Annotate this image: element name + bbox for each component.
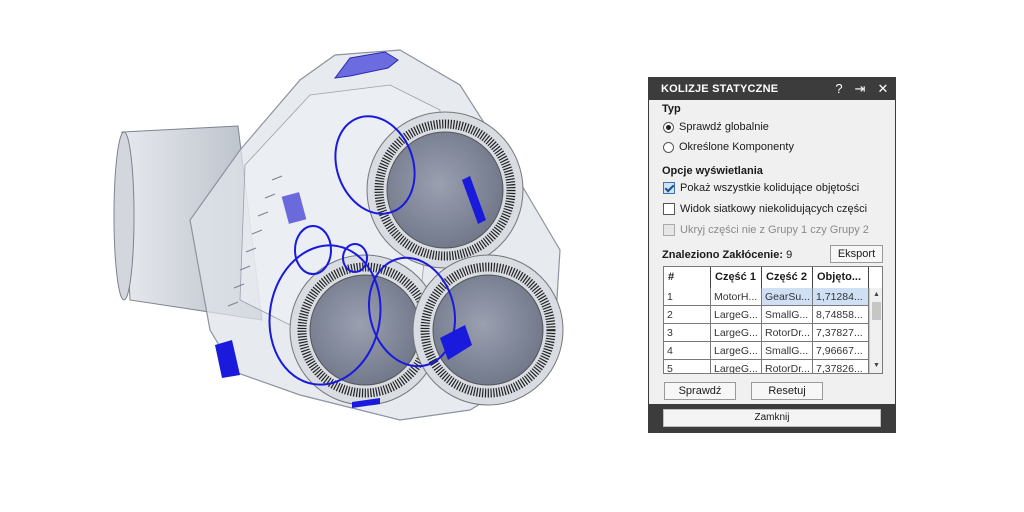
help-icon[interactable]: ? <box>831 81 847 97</box>
table-header-volume[interactable]: Objęto... <box>813 267 869 288</box>
table-cell[interactable]: 7,96667... <box>813 342 869 360</box>
table-cell[interactable]: LargeG... <box>711 306 762 324</box>
table-cell[interactable]: 5 <box>664 360 711 373</box>
found-label: Znaleziono Zakłócenie: <box>662 249 784 261</box>
display-options-label: Opcje wyświetlania <box>662 165 763 177</box>
pin-icon[interactable]: ⇥ <box>852 81 868 97</box>
scroll-down-icon[interactable]: ▼ <box>871 360 882 371</box>
type-section-label: Typ <box>662 103 681 115</box>
option-wireframe[interactable]: Widok siatkowy niekolidujących części <box>663 201 867 217</box>
table-header-part2[interactable]: Część 2 <box>762 267 813 288</box>
radio-global-label: Sprawdź globalnie <box>679 121 769 133</box>
table-cell[interactable]: 1 <box>664 288 711 306</box>
radio-specific-components[interactable]: Określone Komponenty <box>663 139 794 155</box>
found-interference-row: Znaleziono Zakłócenie: 9 <box>662 249 792 261</box>
model-viewport[interactable] <box>0 0 640 507</box>
table-cell[interactable]: LargeG... <box>711 360 762 373</box>
table-scrollbar[interactable]: ▲ ▼ <box>869 288 882 373</box>
table-header-part1[interactable]: Część 1 <box>711 267 762 288</box>
wireframe-checkbox[interactable] <box>663 203 675 215</box>
close-button[interactable]: Zamknij <box>663 409 881 427</box>
table-cell[interactable]: MotorH... <box>711 288 762 306</box>
show-all-checkbox[interactable] <box>663 182 675 194</box>
shaver-head-model <box>113 49 564 421</box>
table-cell[interactable]: 7,37827... <box>813 324 869 342</box>
found-count: 9 <box>786 249 793 261</box>
hide-parts-checkbox <box>663 224 675 236</box>
close-icon[interactable]: ✕ <box>875 81 891 97</box>
dialog-footer: Zamknij <box>649 404 895 432</box>
dialog-title: KOLIZJE STATYCZNE <box>661 83 779 95</box>
wireframe-label: Widok siatkowy niekolidujących części <box>680 203 868 215</box>
option-show-all-interferences[interactable]: Pokaż wszystkie kolidujące objętości <box>663 180 859 196</box>
table-cell[interactable]: SmallG... <box>762 306 813 324</box>
radio-global-indicator[interactable] <box>663 121 674 133</box>
show-all-label: Pokaż wszystkie kolidujące objętości <box>680 182 860 194</box>
dialog-titlebar[interactable]: KOLIZJE STATYCZNE ? ⇥ ✕ <box>649 78 895 100</box>
scroll-up-icon[interactable]: ▲ <box>871 289 882 300</box>
table-cell[interactable]: GearSu... <box>762 288 813 306</box>
table-cell[interactable]: 3 <box>664 324 711 342</box>
table-cell[interactable]: 7,37826... <box>813 360 869 373</box>
static-interference-dialog: KOLIZJE STATYCZNE ? ⇥ ✕ Typ Sprawdź glob… <box>648 77 896 433</box>
radio-specific-label: Określone Komponenty <box>679 141 794 153</box>
table-cell[interactable]: 8,74858... <box>813 306 869 324</box>
export-button[interactable]: Eksport <box>830 245 883 263</box>
hide-parts-label: Ukryj części nie z Grupy 1 czy Grupy 2 <box>680 224 869 236</box>
table-cell[interactable]: 1,71284... <box>813 288 869 306</box>
reset-button[interactable]: Resetuj <box>751 382 823 400</box>
radio-specific-indicator[interactable] <box>663 141 674 153</box>
radio-global[interactable]: Sprawdź globalnie <box>663 119 769 135</box>
scroll-thumb[interactable] <box>872 302 881 320</box>
table-cell[interactable]: LargeG... <box>711 342 762 360</box>
option-hide-parts: Ukryj części nie z Grupy 1 czy Grupy 2 <box>663 222 869 238</box>
table-cell[interactable]: SmallG... <box>762 342 813 360</box>
table-cell[interactable]: 4 <box>664 342 711 360</box>
table-cell[interactable]: 2 <box>664 306 711 324</box>
check-button[interactable]: Sprawdź <box>664 382 736 400</box>
table-cell[interactable]: RotorDr... <box>762 324 813 342</box>
interference-table: # Część 1 Część 2 Objęto... 1 MotorH... … <box>663 266 883 374</box>
table-cell[interactable]: LargeG... <box>711 324 762 342</box>
table-cell[interactable]: RotorDr... <box>762 360 813 373</box>
table-header-number[interactable]: # <box>664 267 711 288</box>
